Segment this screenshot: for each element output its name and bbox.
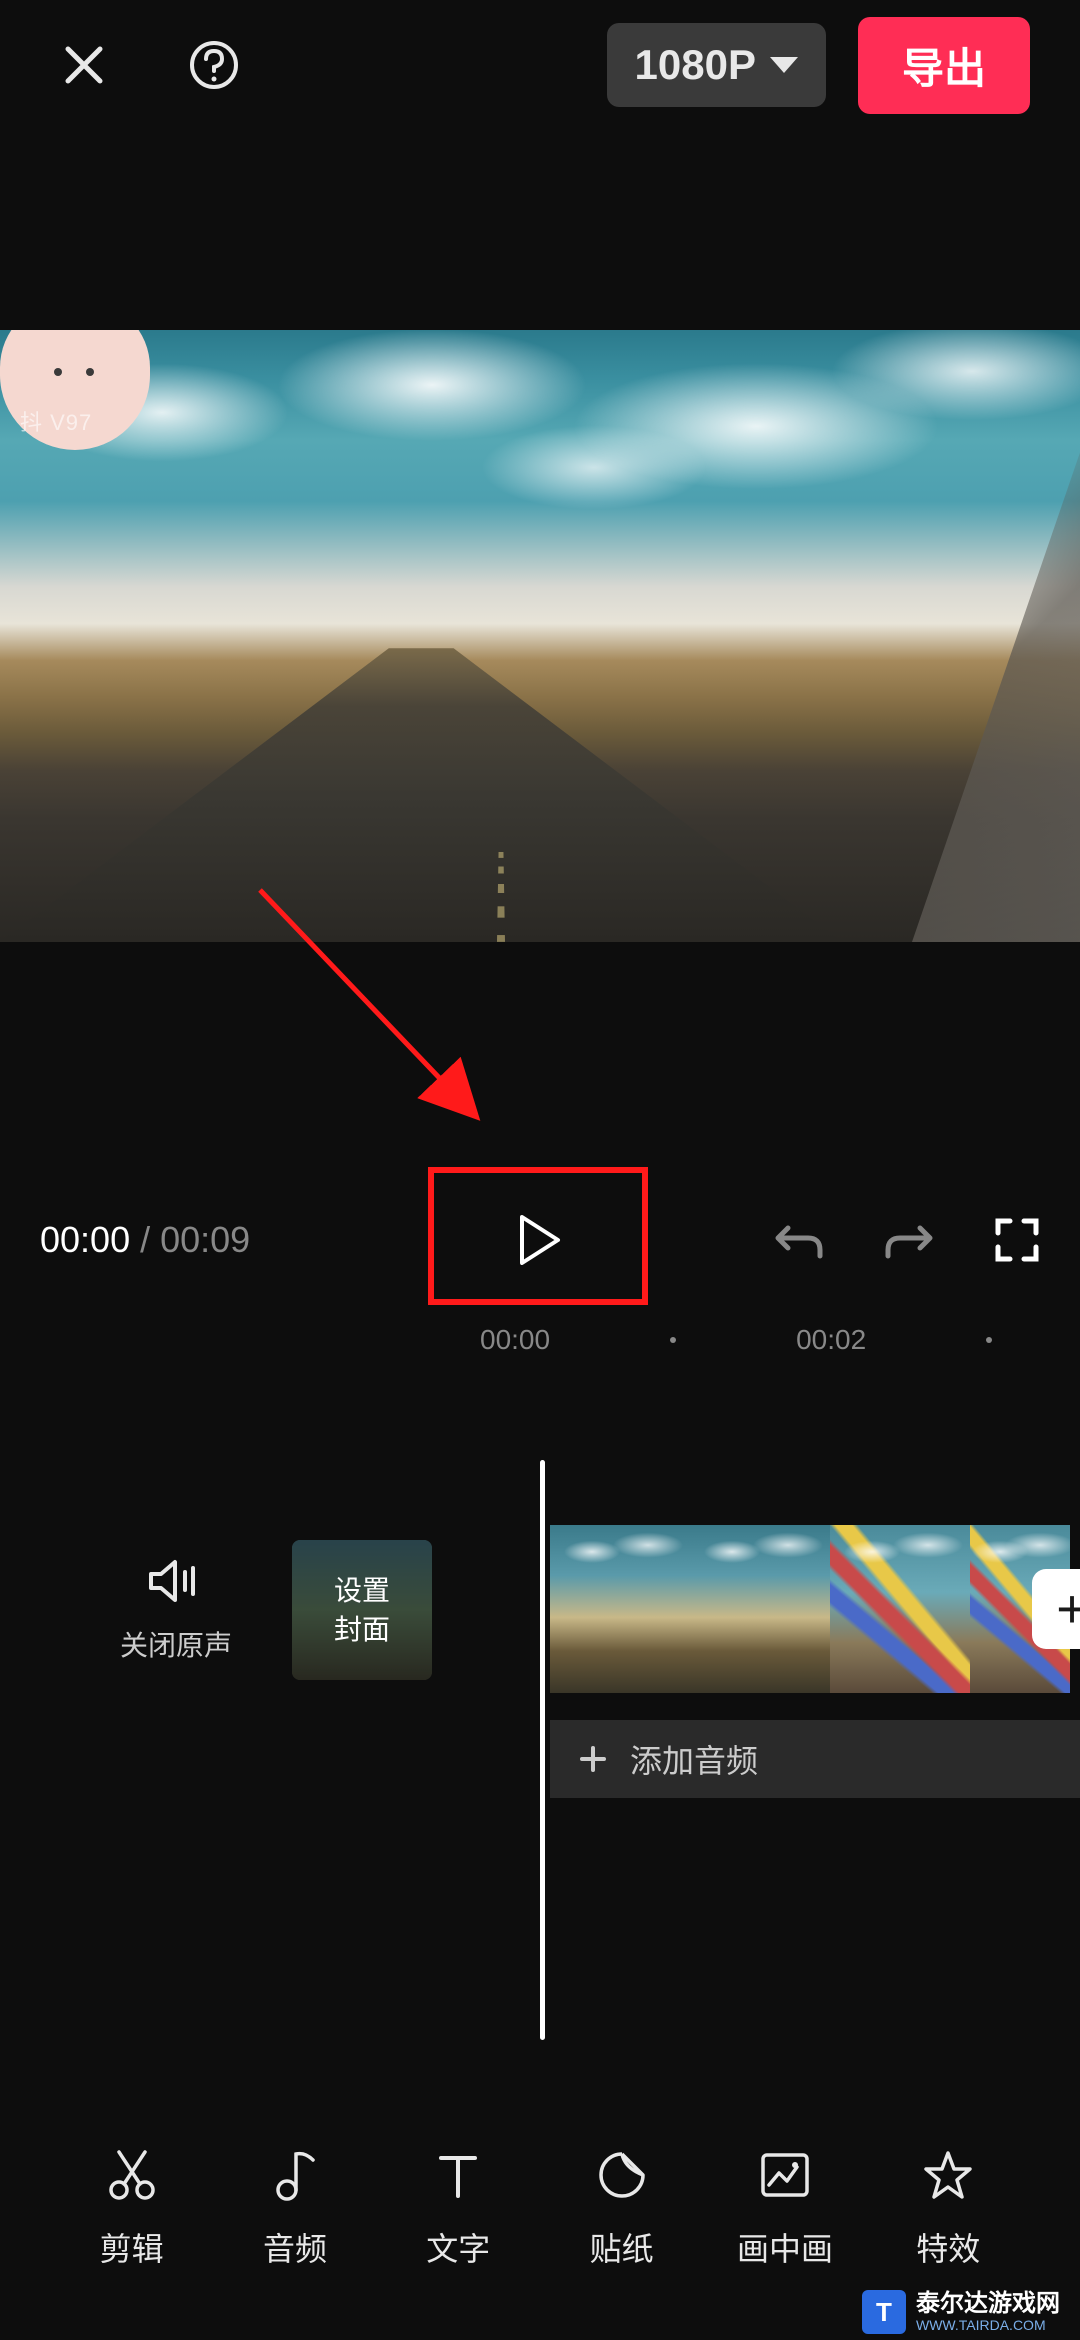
cover-label-line1: 设置 <box>334 1571 390 1610</box>
undo-button[interactable] <box>774 1218 824 1262</box>
time-separator: / <box>140 1219 150 1261</box>
tool-label: 文字 <box>426 2224 490 2270</box>
sticker-icon <box>597 2150 647 2200</box>
close-icon <box>60 41 108 89</box>
tool-label: 贴纸 <box>590 2224 654 2270</box>
tool-label: 音频 <box>263 2224 327 2270</box>
watermark-name: 泰尔达游戏网 <box>916 2291 1060 2317</box>
mute-label: 关闭原声 <box>120 1624 232 1664</box>
ruler-mark: 00:02 <box>796 1324 866 1356</box>
tool-pip[interactable]: 画中画 <box>725 2148 845 2270</box>
add-clip-button[interactable]: + <box>1032 1569 1080 1649</box>
pip-icon <box>759 2151 811 2199</box>
help-button[interactable] <box>188 39 240 91</box>
help-icon <box>188 39 240 91</box>
export-label: 导出 <box>902 45 986 92</box>
playhead[interactable] <box>540 1460 545 2040</box>
tool-edit[interactable]: 剪辑 <box>72 2148 192 2270</box>
preview-watermark: 抖 V97 <box>20 405 92 437</box>
timeline-ruler[interactable]: 00:00 00:02 <box>0 1320 1080 1360</box>
resolution-selector[interactable]: 1080P <box>607 23 826 107</box>
fullscreen-button[interactable] <box>994 1217 1040 1263</box>
preview-road-line <box>497 852 505 942</box>
playback-controls: 00:00 / 00:09 <box>0 1200 1080 1280</box>
ruler-dot <box>670 1337 676 1343</box>
cover-label-line2: 封面 <box>334 1610 390 1649</box>
time-current: 00:00 <box>40 1219 130 1261</box>
header-left <box>60 39 240 91</box>
plus-icon <box>578 1744 608 1774</box>
watermark-url: WWW.TAIRDA.COM <box>916 2318 1060 2333</box>
chevron-down-icon <box>770 57 798 73</box>
preview-road <box>0 648 1080 942</box>
play-icon <box>518 1215 562 1265</box>
close-button[interactable] <box>60 41 108 89</box>
export-button[interactable]: 导出 <box>858 17 1030 114</box>
video-preview[interactable]: 抖 V97 <box>0 330 1080 942</box>
time-total: 00:09 <box>160 1219 250 1261</box>
site-watermark: T 泰尔达游戏网 WWW.TAIRDA.COM <box>862 2290 1060 2334</box>
bottom-toolbar: 剪辑 音频 文字 贴纸 <box>0 2148 1080 2270</box>
redo-button[interactable] <box>884 1218 934 1262</box>
video-track[interactable]: + <box>550 1525 1080 1693</box>
fullscreen-icon <box>994 1217 1040 1263</box>
ruler-mark: 00:00 <box>480 1324 550 1356</box>
tool-audio[interactable]: 音频 <box>235 2148 355 2270</box>
tool-label: 剪辑 <box>100 2224 164 2270</box>
clip-thumbnail <box>830 1525 970 1693</box>
controls-right <box>774 1217 1040 1263</box>
tool-text[interactable]: 文字 <box>398 2148 518 2270</box>
tool-effects[interactable]: 特效 <box>888 2148 1008 2270</box>
music-note-icon <box>273 2148 317 2202</box>
redo-icon <box>884 1218 934 1262</box>
undo-icon <box>774 1218 824 1262</box>
add-audio-button[interactable]: 添加音频 <box>550 1720 1080 1798</box>
resolution-label: 1080P <box>635 41 756 89</box>
set-cover-button[interactable]: 设置 封面 <box>292 1540 432 1680</box>
watermark-badge: T <box>862 2290 906 2334</box>
speaker-icon <box>147 1556 205 1606</box>
track-left-controls: 关闭原声 设置 封面 <box>120 1540 432 1680</box>
tool-sticker[interactable]: 贴纸 <box>562 2148 682 2270</box>
star-icon <box>922 2149 974 2201</box>
tool-label: 画中画 <box>737 2224 833 2270</box>
tool-label: 特效 <box>916 2224 980 2270</box>
preview-sky <box>0 330 1080 605</box>
header-right: 1080P 导出 <box>607 17 1030 114</box>
plus-icon: + <box>1056 1578 1080 1640</box>
mute-original-button[interactable]: 关闭原声 <box>120 1556 232 1664</box>
scissors-icon <box>107 2148 157 2202</box>
text-icon <box>435 2150 481 2200</box>
ruler-dot <box>986 1337 992 1343</box>
header: 1080P 导出 <box>0 0 1080 130</box>
clip-thumbnail <box>550 1525 690 1693</box>
add-audio-label: 添加音频 <box>630 1736 758 1782</box>
clip-thumbnail <box>690 1525 830 1693</box>
play-button[interactable] <box>518 1215 562 1265</box>
